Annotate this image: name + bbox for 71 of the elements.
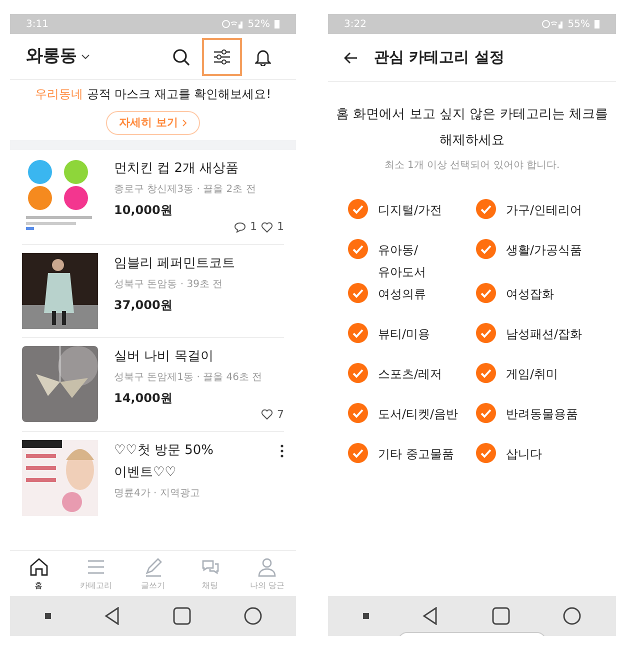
instruction-text: 홈 화면에서 보고 싶지 않은 카테고리는 체크를 해제하세요 — [336, 106, 608, 150]
checkbox[interactable] — [348, 199, 368, 219]
heart-icon — [261, 222, 273, 233]
category-label: 스포츠/레저 — [378, 366, 442, 383]
listing-title[interactable]: 먼치킨 컵 2개 새상품 — [114, 158, 284, 180]
like-count: 1 — [277, 219, 284, 235]
home-icon — [28, 556, 50, 578]
back-icon[interactable] — [422, 607, 438, 625]
category-label: 디지털/가전 — [378, 202, 442, 219]
banner-text: 우리동네 공적 마스크 재고를 확인해보세요! — [34, 86, 272, 103]
category-label: 뷰티/미용 — [378, 326, 430, 343]
chevron-right-icon — [182, 119, 187, 127]
checkbox[interactable] — [476, 199, 496, 219]
more-icon[interactable] — [280, 444, 284, 458]
battery-icon — [274, 19, 280, 29]
chevron-down-icon[interactable] — [81, 54, 90, 60]
category-label: 여성잡화 — [506, 286, 554, 303]
checkbox[interactable] — [476, 323, 496, 343]
checkbox[interactable] — [348, 363, 368, 383]
checkbox[interactable] — [476, 443, 496, 463]
listing-price: 10,000원 — [114, 202, 174, 219]
chat-icon — [234, 222, 246, 233]
listing-meta: 성북구 돈암동 · 39초 전 — [114, 278, 224, 292]
category-label: 삽니다 — [506, 446, 542, 463]
listing-title[interactable]: 임블리 페퍼민트코트 — [114, 252, 284, 274]
category-label: 가구/인테리어 — [506, 202, 582, 219]
checkbox[interactable] — [476, 403, 496, 423]
checkbox[interactable] — [348, 239, 368, 259]
category-label: 남성패션/잡화 — [506, 326, 582, 343]
checkbox[interactable] — [348, 443, 368, 463]
checkbox[interactable] — [476, 239, 496, 259]
battery-icon — [594, 19, 600, 29]
search-icon — [172, 48, 190, 66]
person-icon — [256, 556, 278, 578]
category-label: 여성의류 — [378, 286, 426, 303]
signal-icon — [222, 19, 244, 29]
page-title: 관심 카테고리 설정 — [374, 47, 504, 68]
listing-meta: 명륜4가 · 지역광고 — [114, 487, 201, 501]
filter-button[interactable] — [202, 38, 242, 76]
category-label: 기타 중고물품 — [378, 446, 454, 463]
helper-text: 최소 1개 이상 선택되어 있어야 합니다. — [383, 159, 561, 173]
category-label: 반려동물용품 — [506, 406, 578, 423]
listing-title[interactable]: ♡♡첫 방문 50% 이벤트♡♡ — [114, 440, 280, 484]
checkbox[interactable] — [348, 323, 368, 343]
listing-meta: 성북구 돈암제1동 · 끌올 46초 전 — [114, 370, 264, 384]
like-count: 7 — [277, 406, 284, 422]
checkbox[interactable] — [348, 403, 368, 423]
listing-title[interactable]: 실버 나비 목걸이 — [114, 346, 284, 368]
category-label: 게임/취미 — [506, 366, 558, 383]
recents-icon[interactable] — [563, 607, 582, 625]
listing-price: 37,000원 — [114, 296, 174, 314]
checkbox[interactable] — [476, 363, 496, 383]
back-icon[interactable] — [104, 607, 120, 625]
checkbox[interactable] — [476, 283, 496, 303]
category-label: 유아동/ 유아도서 — [378, 242, 426, 281]
bell-icon — [255, 48, 271, 66]
category-label: 도서/티켓/음반 — [378, 406, 458, 423]
comment-count: 1 — [250, 219, 257, 235]
recents-icon[interactable] — [244, 607, 262, 625]
back-arrow-icon[interactable] — [344, 52, 358, 64]
category-label: 생활/가공식품 — [506, 242, 582, 259]
listing-price: 14,000원 — [114, 390, 174, 406]
listing-meta: 종로구 창신제3동 · 끌올 2초 전 — [114, 183, 257, 197]
location-title[interactable]: 와롱동 — [26, 44, 77, 70]
nav-tab[interactable]: 홈 — [10, 551, 68, 596]
home-icon[interactable] — [172, 607, 190, 625]
home-icon[interactable] — [492, 607, 510, 625]
heart-icon — [261, 409, 273, 420]
signal-icon — [542, 19, 564, 29]
checkbox[interactable] — [348, 283, 368, 303]
sliders-icon — [213, 48, 231, 64]
